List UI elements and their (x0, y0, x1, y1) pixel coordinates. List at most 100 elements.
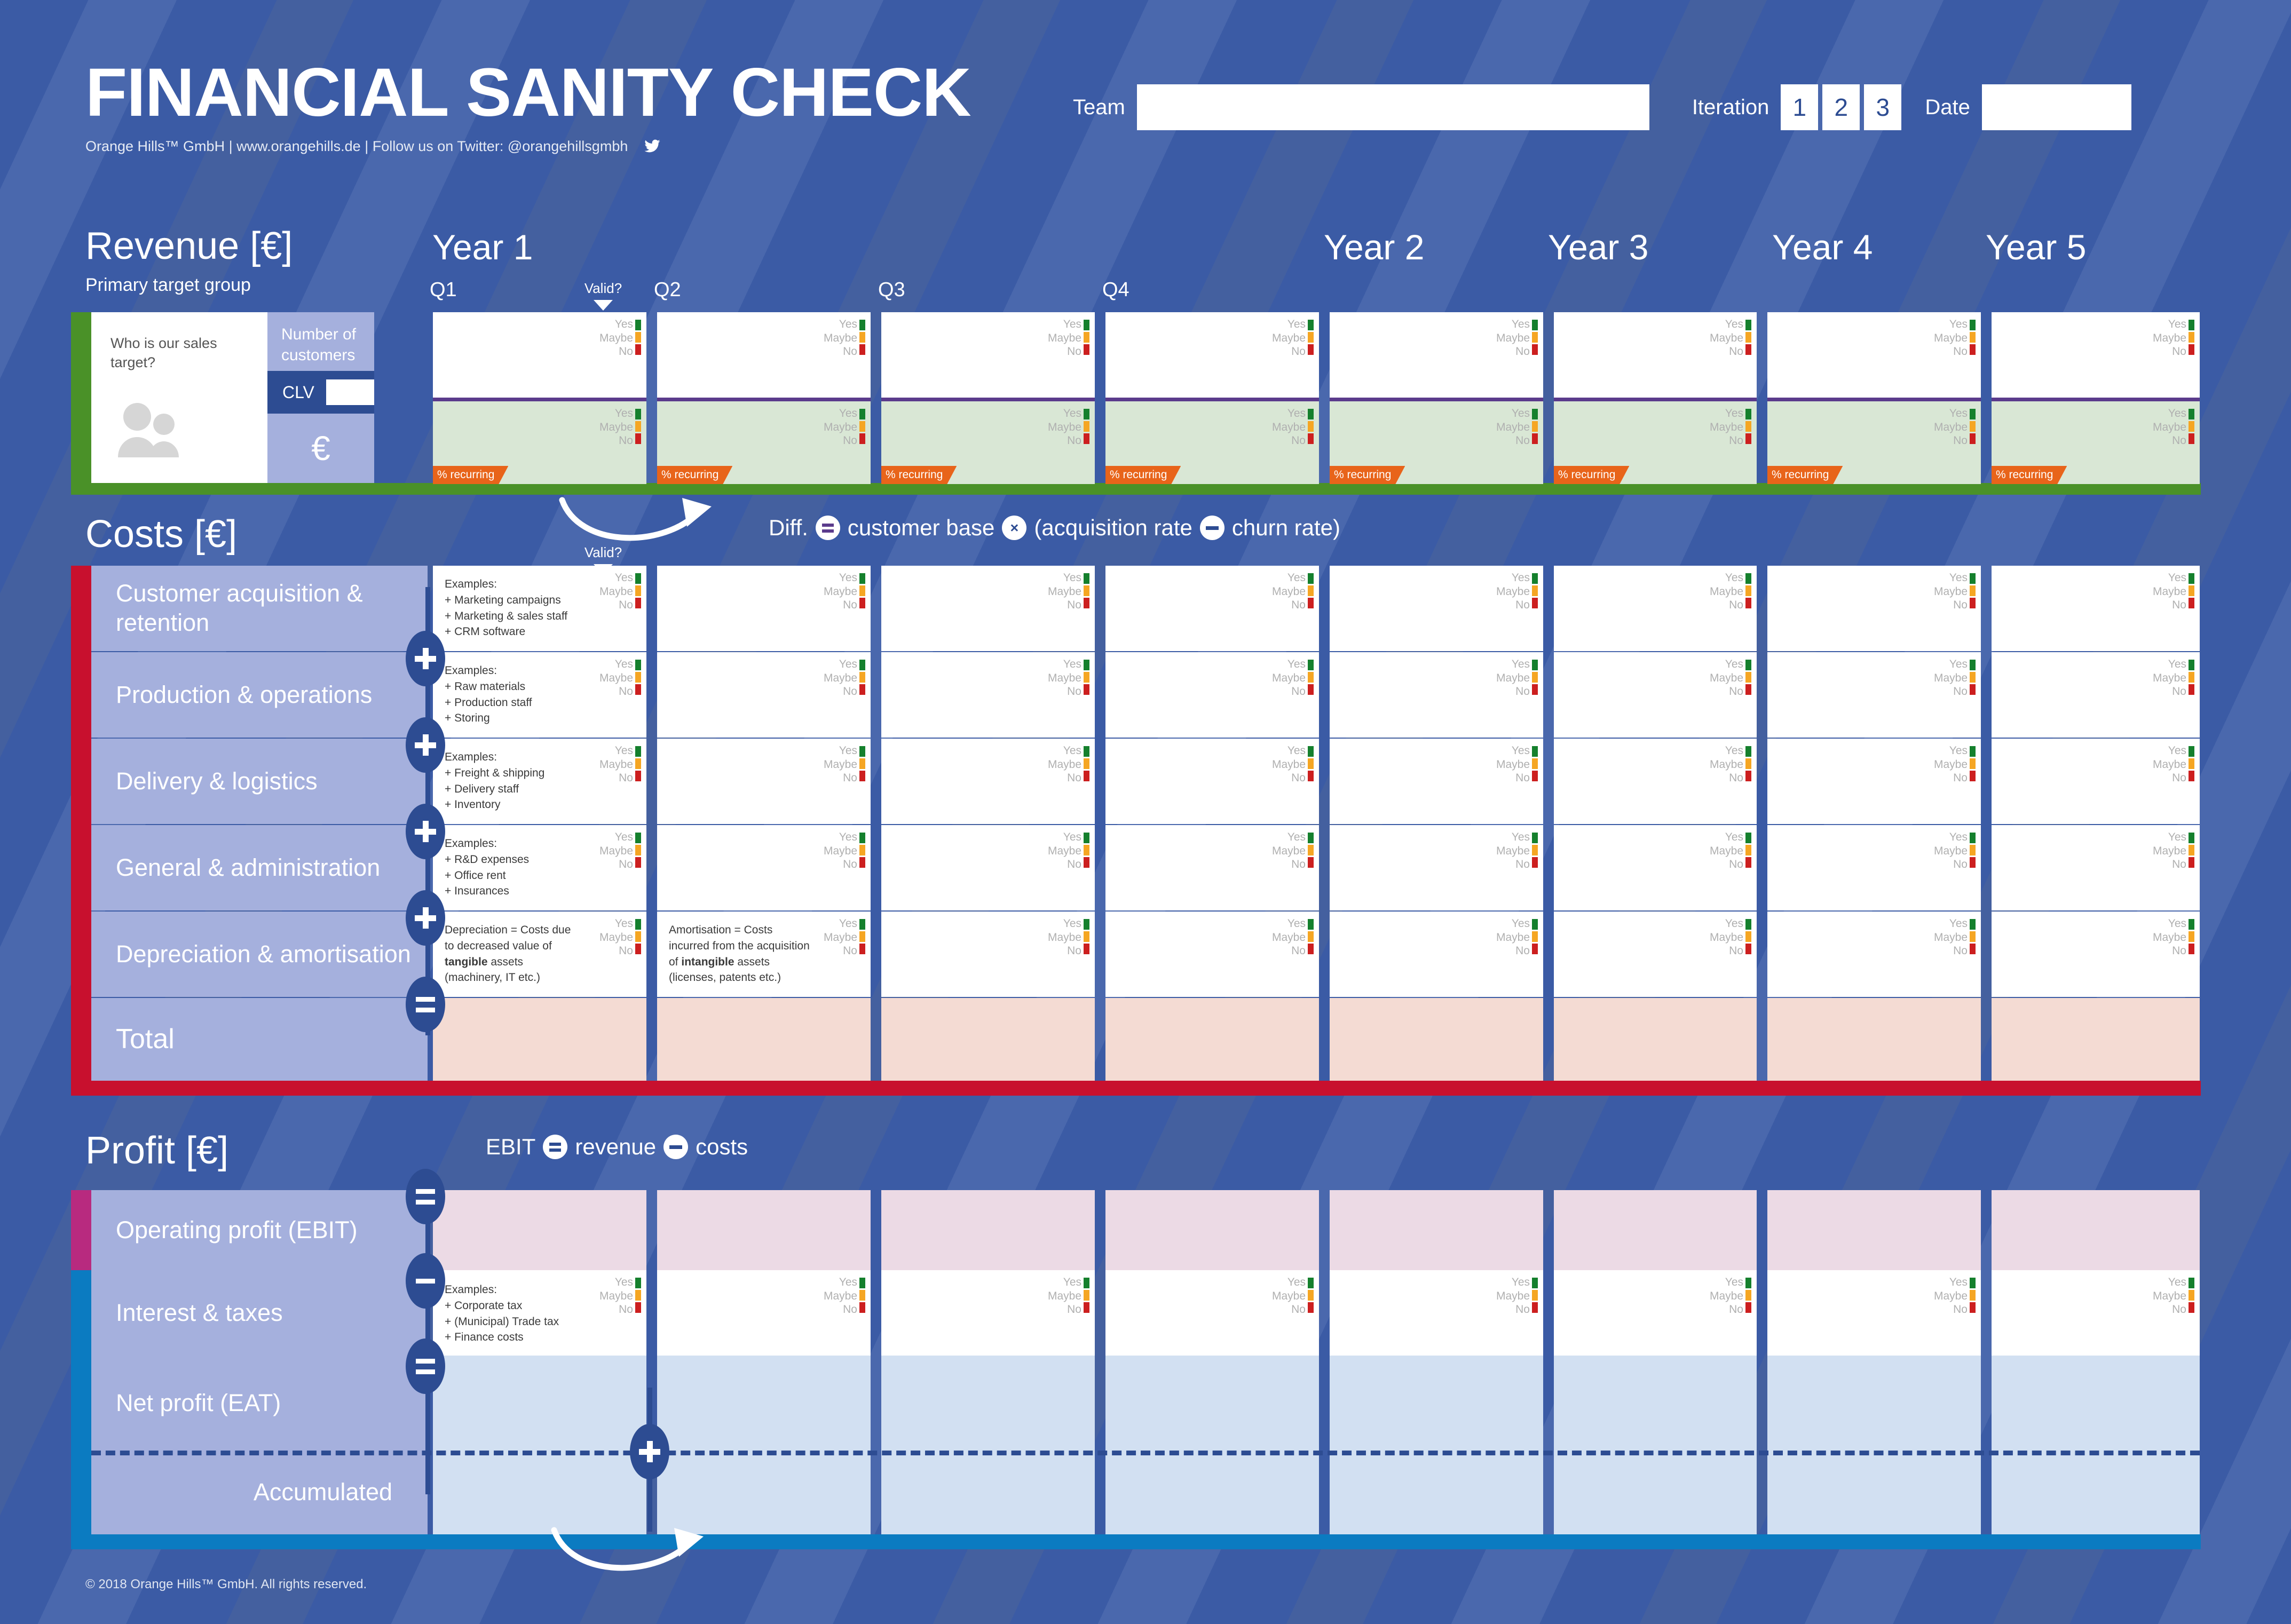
profit-cell-row-1[interactable]: Yes Maybe No (1330, 1270, 1543, 1356)
validation-widget[interactable]: Yes Maybe No (1272, 407, 1314, 448)
validation-widget[interactable]: Yes Maybe No (1272, 917, 1314, 958)
profit-cell-row-2[interactable] (1330, 1356, 1543, 1451)
validation-widget[interactable]: Yes Maybe No (1710, 917, 1751, 958)
validation-widget[interactable]: Yes Maybe No (824, 830, 865, 872)
validation-widget[interactable]: Yes Maybe No (599, 917, 641, 958)
cost-total-cell[interactable] (1992, 998, 2200, 1081)
date-input[interactable] (1981, 84, 2131, 130)
validation-widget[interactable]: Yes Maybe No (599, 830, 641, 872)
iteration-option-3[interactable]: 3 (1864, 84, 1902, 130)
revenue-new-cell[interactable]: Yes Maybe No (1554, 312, 1757, 398)
validation-chips[interactable] (1532, 1276, 1538, 1317)
revenue-new-cell[interactable]: Yes Maybe No (1105, 312, 1319, 398)
validation-widget[interactable]: Yes Maybe No (1048, 318, 1089, 359)
validation-widget[interactable]: Yes Maybe No (824, 571, 865, 612)
validation-widget[interactable]: Yes Maybe No (1934, 657, 1976, 699)
validation-chips[interactable] (2189, 744, 2194, 785)
validation-widget[interactable]: Yes Maybe No (1934, 571, 1976, 612)
validation-widget[interactable]: Yes Maybe No (599, 1276, 641, 1317)
cost-total-cell[interactable] (1554, 998, 1757, 1081)
validation-chips[interactable] (1745, 657, 1751, 699)
validation-widget[interactable]: Yes Maybe No (2153, 318, 2194, 359)
validation-widget[interactable]: Yes Maybe No (1048, 830, 1089, 872)
validation-chips[interactable] (2189, 1276, 2194, 1317)
profit-cell-row-2[interactable] (881, 1356, 1095, 1451)
validation-chips[interactable] (1970, 571, 1976, 612)
validation-chips[interactable] (1970, 407, 1976, 448)
validation-widget[interactable]: Yes Maybe No (1710, 657, 1751, 699)
validation-widget[interactable]: Yes Maybe No (1496, 571, 1538, 612)
cost-cell[interactable]: Yes Maybe No (657, 825, 871, 910)
cost-cell[interactable]: Yes Maybe No (1330, 566, 1543, 651)
validation-chips[interactable] (2189, 917, 2194, 958)
validation-chips[interactable] (859, 318, 865, 359)
profit-cell-row-3[interactable] (1330, 1451, 1543, 1534)
cost-cell[interactable]: Yes Maybe No (1554, 739, 1757, 824)
cost-cell[interactable]: Yes Maybe No (1330, 825, 1543, 910)
validation-chips[interactable] (1532, 657, 1538, 699)
cost-cell[interactable]: Yes Maybe No (1992, 912, 2200, 997)
validation-widget[interactable]: Yes Maybe No (1496, 1276, 1538, 1317)
cost-total-cell[interactable] (657, 998, 871, 1081)
target-group-card[interactable]: Who is our sales target? (91, 312, 267, 483)
revenue-recurring-cell[interactable]: Yes Maybe No % recurring (1767, 401, 1981, 484)
validation-chips[interactable] (1084, 830, 1089, 872)
cost-cell[interactable]: Yes Maybe No (1105, 566, 1319, 651)
validation-chips[interactable] (1084, 407, 1089, 448)
validation-widget[interactable]: Yes Maybe No (2153, 1276, 2194, 1317)
validation-widget[interactable]: Yes Maybe No (1272, 571, 1314, 612)
validation-widget[interactable]: Yes Maybe No (824, 917, 865, 958)
profit-cell-row-0[interactable] (1767, 1190, 1981, 1270)
cost-cell[interactable]: Yes Maybe No (1330, 739, 1543, 824)
cost-cell[interactable]: Yes Maybe No (1992, 566, 2200, 651)
validation-chips[interactable] (1532, 917, 1538, 958)
cost-cell[interactable]: Yes Maybe No Examples: + Raw materials + … (433, 652, 646, 738)
cost-cell[interactable]: Yes Maybe No (657, 566, 871, 651)
profit-cell-row-0[interactable] (1554, 1190, 1757, 1270)
revenue-new-cell[interactable]: Yes Maybe No (657, 312, 871, 398)
validation-chips[interactable] (635, 917, 641, 958)
profit-cell-row-0[interactable] (1105, 1190, 1319, 1270)
validation-widget[interactable]: Yes Maybe No (1496, 318, 1538, 359)
validation-chips[interactable] (859, 657, 865, 699)
validation-widget[interactable]: Yes Maybe No (824, 657, 865, 699)
cost-cell[interactable]: Yes Maybe No (881, 566, 1095, 651)
cost-cell[interactable]: Yes Maybe No (657, 652, 871, 738)
validation-chips[interactable] (2189, 830, 2194, 872)
validation-chips[interactable] (635, 407, 641, 448)
validation-widget[interactable]: Yes Maybe No (1710, 407, 1751, 448)
validation-chips[interactable] (2189, 657, 2194, 699)
profit-cell-row-1[interactable]: Yes Maybe No (1554, 1270, 1757, 1356)
profit-cell-row-2[interactable] (1105, 1356, 1319, 1451)
cost-cell[interactable]: Yes Maybe No (1992, 739, 2200, 824)
validation-chips[interactable] (1745, 407, 1751, 448)
cost-cell[interactable]: Yes Maybe No (1330, 912, 1543, 997)
revenue-recurring-cell[interactable]: Yes Maybe No % recurring (657, 401, 871, 484)
validation-widget[interactable]: Yes Maybe No (1272, 830, 1314, 872)
validation-chips[interactable] (1745, 1276, 1751, 1317)
validation-chips[interactable] (2189, 571, 2194, 612)
validation-chips[interactable] (1532, 318, 1538, 359)
revenue-recurring-cell[interactable]: Yes Maybe No % recurring (1992, 401, 2200, 484)
profit-cell-row-0[interactable] (1330, 1190, 1543, 1270)
profit-cell-row-1[interactable]: Yes Maybe No (657, 1270, 871, 1356)
cost-cell[interactable]: Yes Maybe No (1767, 912, 1981, 997)
profit-cell-row-2[interactable] (657, 1356, 871, 1451)
validation-widget[interactable]: Yes Maybe No (1934, 1276, 1976, 1317)
validation-widget[interactable]: Yes Maybe No (1710, 830, 1751, 872)
validation-widget[interactable]: Yes Maybe No (1048, 744, 1089, 785)
cost-cell[interactable]: Yes Maybe No (1330, 652, 1543, 738)
cost-cell[interactable]: Yes Maybe No Amortisation = Costs incurr… (657, 912, 871, 997)
cost-cell[interactable]: Yes Maybe No (1992, 652, 2200, 738)
validation-chips[interactable] (1970, 744, 1976, 785)
validation-widget[interactable]: Yes Maybe No (1934, 407, 1976, 448)
cost-cell[interactable]: Yes Maybe No (881, 739, 1095, 824)
validation-widget[interactable]: Yes Maybe No (2153, 407, 2194, 448)
validation-chips[interactable] (1970, 657, 1976, 699)
validation-chips[interactable] (635, 318, 641, 359)
validation-widget[interactable]: Yes Maybe No (1272, 1276, 1314, 1317)
revenue-new-cell[interactable]: Yes Maybe No (1330, 312, 1543, 398)
validation-chips[interactable] (1308, 571, 1314, 612)
revenue-recurring-cell[interactable]: Yes Maybe No % recurring (881, 401, 1095, 484)
cost-cell[interactable]: Yes Maybe No Examples: + R&D expenses + O… (433, 825, 646, 910)
